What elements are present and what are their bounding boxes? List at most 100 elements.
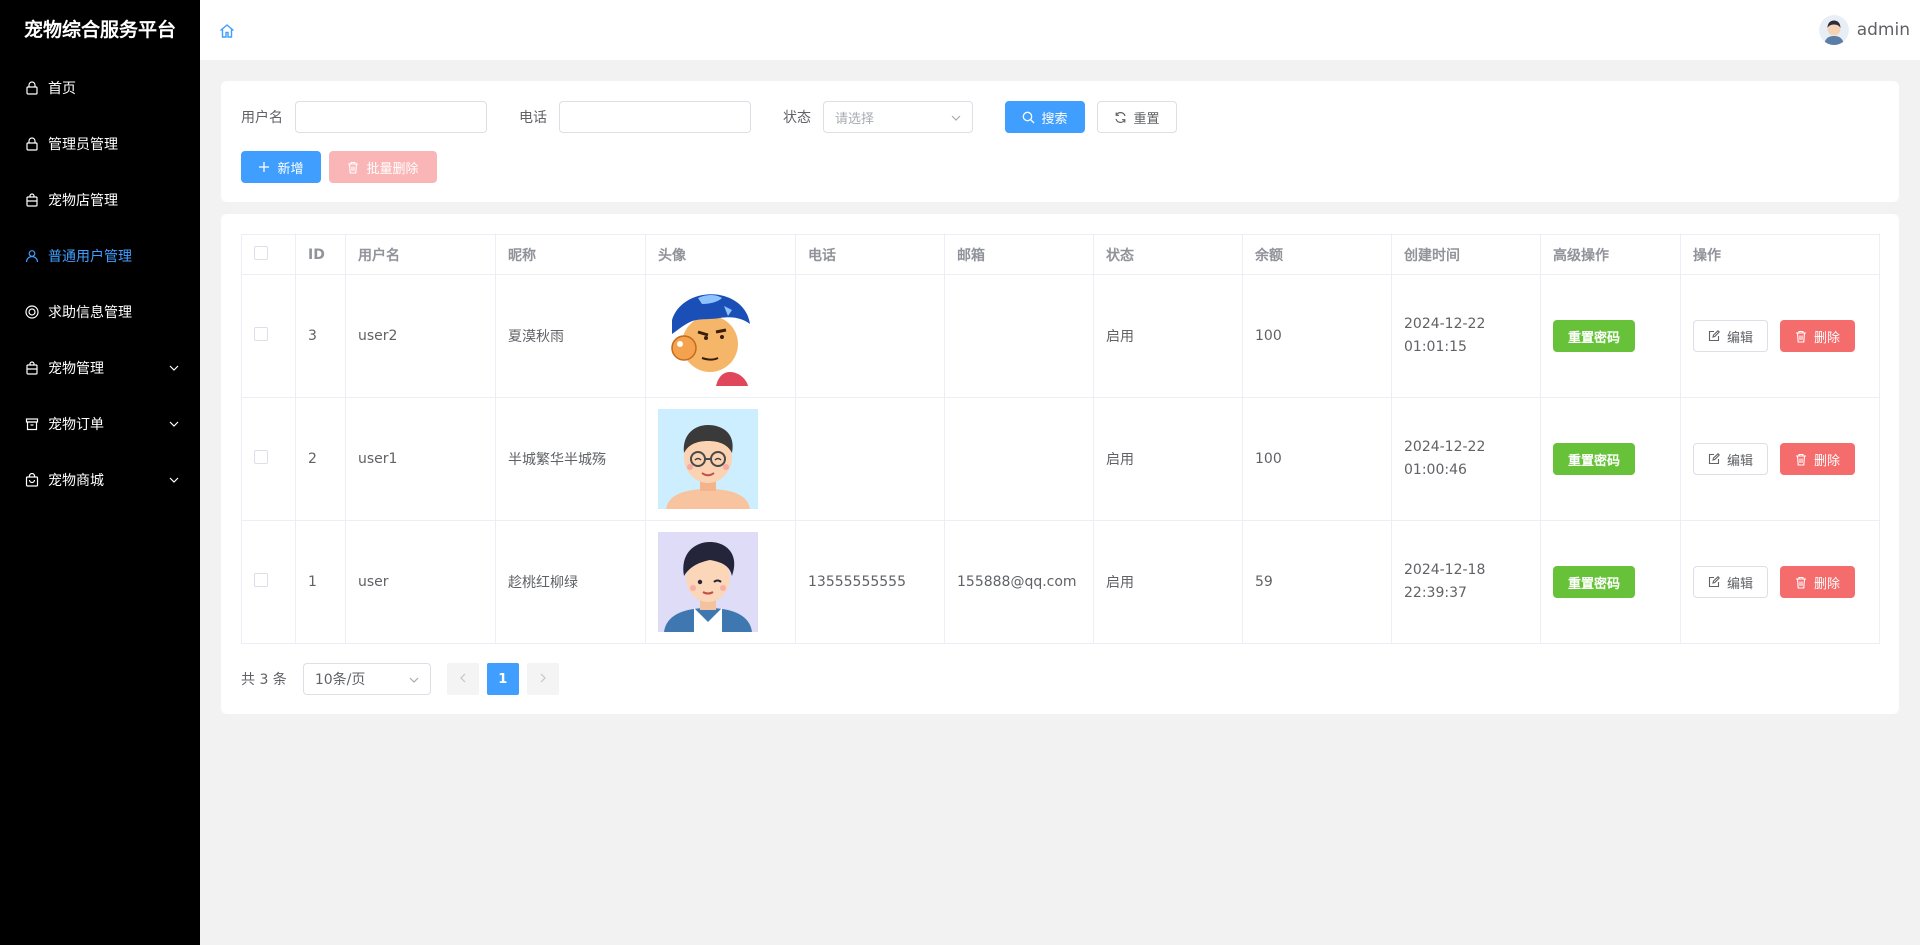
avatar[interactable]	[658, 532, 758, 632]
edit-button[interactable]: 编辑	[1693, 443, 1769, 475]
sidebar-item-help-management[interactable]: 求助信息管理	[0, 284, 200, 340]
row-checkbox[interactable]	[254, 573, 268, 587]
avatar[interactable]	[658, 409, 758, 509]
sidebar-item-user-management[interactable]: 普通用户管理	[0, 228, 200, 284]
sidebar-item-label: 宠物商城	[48, 473, 104, 489]
username-input[interactable]	[295, 101, 487, 133]
sidebar-item-home[interactable]: 首页	[0, 60, 200, 116]
delete-label: 删除	[1814, 576, 1841, 592]
sidebar-item-label: 首页	[48, 81, 76, 97]
page-size-select[interactable]: 10条/页	[302, 663, 431, 695]
next-page-button[interactable]	[526, 663, 559, 695]
reset-password-button[interactable]: 重置密码	[1553, 320, 1636, 352]
search-button[interactable]: 搜索	[1005, 101, 1085, 133]
user-table: ID 用户名 昵称 头像 电话 邮箱 状态 余额 创建时间 高级操作 操作 3 …	[241, 234, 1880, 644]
edit-button[interactable]: 编辑	[1693, 320, 1769, 352]
balance-cell: 100	[1242, 274, 1392, 398]
username-label: 用户名	[241, 110, 283, 126]
table-row[interactable]: 3 user2 夏漠秋雨 启用 100 2024-12-22 01:01:15 …	[241, 274, 1880, 398]
search-form: 用户名 电话 状态 请选择 搜索 重置	[241, 101, 1177, 133]
sidebar-item-admin-management[interactable]: 管理员管理	[0, 116, 200, 172]
username-cell: user	[345, 520, 496, 644]
trash-icon	[347, 160, 361, 174]
id-cell: 2	[295, 397, 346, 521]
ops-cell: 编辑 删除	[1680, 397, 1880, 521]
prev-page-button[interactable]	[446, 663, 479, 695]
table-row[interactable]: 1 user 趁桃红柳绿 13555555555 155888@qq.com 启…	[241, 520, 1880, 644]
avatar-cell	[645, 274, 796, 398]
delete-button[interactable]: 删除	[1780, 566, 1856, 598]
nickname-cell: 半城繁华半城殇	[495, 397, 646, 521]
balance-cell: 59	[1242, 520, 1392, 644]
column-header[interactable]: 高级操作	[1540, 234, 1681, 275]
column-header[interactable]: ID	[295, 234, 346, 275]
created-clock: 01:00:46	[1404, 462, 1467, 478]
home-icon[interactable]	[218, 22, 236, 40]
column-header[interactable]: 状态	[1093, 234, 1243, 275]
status-label: 状态	[783, 110, 811, 126]
created-clock: 22:39:37	[1404, 585, 1467, 601]
username: admin	[1856, 20, 1910, 40]
row-select-cell	[241, 520, 296, 644]
row-select-cell	[241, 274, 296, 398]
reset-button[interactable]: 重置	[1097, 101, 1177, 133]
avatar	[1818, 15, 1849, 45]
status-select[interactable]: 请选择	[823, 101, 973, 133]
user-menu[interactable]: admin	[1818, 14, 1910, 46]
shopping-bag-icon	[24, 192, 40, 208]
chevron-down-icon	[409, 671, 419, 687]
row-checkbox[interactable]	[254, 327, 268, 341]
column-header[interactable]: 电话	[795, 234, 945, 275]
column-header[interactable]: 余额	[1242, 234, 1392, 275]
avatar-cell	[645, 520, 796, 644]
table-row[interactable]: 2 user1 半城繁华半城殇 启用 100 2024-12-22 01:00:…	[241, 397, 1880, 521]
column-header[interactable]: 邮箱	[944, 234, 1094, 275]
chevron-down-icon	[168, 418, 180, 430]
email-cell	[944, 274, 1094, 398]
column-header[interactable]: 昵称	[495, 234, 646, 275]
pagination: 共 3 条 10条/页 1	[241, 663, 567, 695]
sidebar-item-petshop-management[interactable]: 宠物店管理	[0, 172, 200, 228]
trash-icon	[1795, 575, 1809, 589]
chevron-down-icon	[951, 110, 961, 125]
edit-button[interactable]: 编辑	[1693, 566, 1769, 598]
sidebar-item-pet-management[interactable]: 宠物管理	[0, 340, 200, 396]
reset-password-button[interactable]: 重置密码	[1553, 566, 1636, 598]
chevron-down-icon	[168, 362, 180, 374]
column-header[interactable]: 用户名	[345, 234, 496, 275]
edit-label: 编辑	[1727, 330, 1754, 346]
sidebar-item-pet-mall[interactable]: 宠物商城	[0, 452, 200, 508]
toolbar: 新增 批量删除	[241, 151, 437, 183]
add-button[interactable]: 新增	[241, 151, 321, 183]
table-panel: ID 用户名 昵称 头像 电话 邮箱 状态 余额 创建时间 高级操作 操作 3 …	[221, 214, 1899, 714]
advanced-ops-cell: 重置密码	[1540, 520, 1681, 644]
column-header[interactable]: 操作	[1680, 234, 1880, 275]
batch-delete-button[interactable]: 批量删除	[329, 151, 437, 183]
delete-button[interactable]: 删除	[1780, 320, 1856, 352]
column-header[interactable]: 头像	[645, 234, 796, 275]
balance-cell: 100	[1242, 397, 1392, 521]
search-panel: 用户名 电话 状态 请选择 搜索 重置 新增 批量删除	[221, 81, 1899, 202]
table-header-row: ID 用户名 昵称 头像 电话 邮箱 状态 余额 创建时间 高级操作 操作	[241, 234, 1880, 275]
page-number-button[interactable]: 1	[486, 663, 519, 695]
page-size-value: 10条/页	[314, 672, 366, 688]
sidebar-item-label: 普通用户管理	[48, 249, 132, 265]
advanced-ops-cell: 重置密码	[1540, 274, 1681, 398]
delete-button[interactable]: 删除	[1780, 443, 1856, 475]
avatar[interactable]	[658, 286, 758, 386]
sidebar-menu: 首页 管理员管理 宠物店管理 普通用户管理 求助信息管理 宠物管理 宠物订单 宠…	[0, 60, 200, 508]
select-all-checkbox[interactable]	[254, 245, 268, 260]
sidebar-item-pet-orders[interactable]: 宠物订单	[0, 396, 200, 452]
row-checkbox[interactable]	[254, 450, 268, 464]
sidebar-item-label: 求助信息管理	[48, 305, 132, 321]
shop-bag-icon	[24, 472, 40, 488]
sidebar-item-label: 管理员管理	[48, 137, 118, 153]
phone-input[interactable]	[559, 101, 751, 133]
refresh-icon	[1114, 110, 1128, 124]
search-icon	[1022, 110, 1036, 124]
column-header[interactable]: 创建时间	[1391, 234, 1541, 275]
email-cell: 155888@qq.com	[944, 520, 1094, 644]
nickname-cell: 夏漠秋雨	[495, 274, 646, 398]
sidebar-item-label: 宠物订单	[48, 417, 104, 433]
reset-password-button[interactable]: 重置密码	[1553, 443, 1636, 475]
